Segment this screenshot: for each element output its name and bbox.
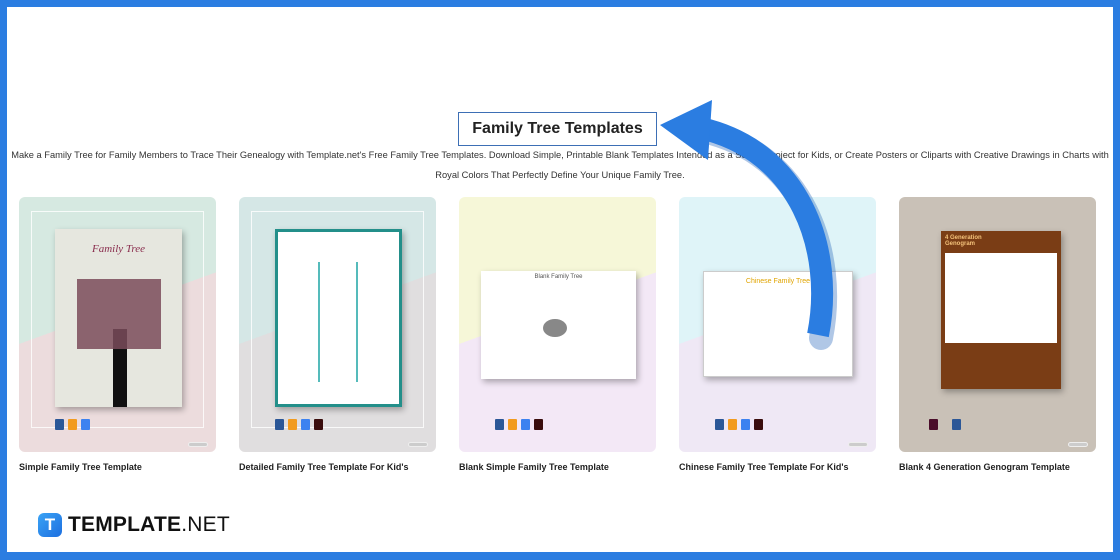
card-title[interactable]: Chinese Family Tree Template For Kid's bbox=[679, 462, 849, 472]
logo-mark: T bbox=[38, 513, 62, 537]
pdf-icon bbox=[534, 419, 543, 430]
page-description: Make a Family Tree for Family Members to… bbox=[11, 150, 1109, 180]
word-icon bbox=[952, 419, 961, 430]
template-net-logo: T TEMPLATE.NET bbox=[38, 513, 230, 537]
word-icon bbox=[495, 419, 504, 430]
badge bbox=[1068, 442, 1088, 447]
thumbnail-title: Family Tree bbox=[91, 243, 146, 255]
google-docs-icon bbox=[741, 419, 750, 430]
thumbnail-title: Blank Family Tree bbox=[534, 274, 583, 280]
page-title: Family Tree Templates bbox=[458, 112, 657, 146]
badge bbox=[848, 442, 868, 447]
template-card[interactable]: Blank Family Tree bbox=[459, 197, 656, 452]
pages-icon bbox=[728, 419, 737, 430]
template-card[interactable]: Family Tree bbox=[19, 197, 216, 452]
pages-icon bbox=[508, 419, 517, 430]
genogram-chart bbox=[945, 253, 1057, 343]
badge bbox=[408, 442, 428, 447]
template-thumbnail: Blank Family Tree bbox=[481, 271, 636, 379]
template-card[interactable] bbox=[239, 197, 436, 452]
thumbnail-title: Chinese Family Tree bbox=[745, 278, 811, 285]
card-title[interactable]: Detailed Family Tree Template For Kid's bbox=[239, 462, 409, 472]
google-docs-icon bbox=[301, 419, 310, 430]
template-thumbnail bbox=[275, 229, 402, 407]
badge bbox=[188, 442, 208, 447]
word-icon bbox=[715, 419, 724, 430]
card-title[interactable]: Blank Simple Family Tree Template bbox=[459, 462, 609, 472]
pdf-icon bbox=[754, 419, 763, 430]
thumbnail-title: 4 Generation Genogram bbox=[945, 235, 982, 247]
tree-chart bbox=[318, 262, 358, 382]
photo-collage bbox=[77, 279, 161, 349]
card-title[interactable]: Simple Family Tree Template bbox=[19, 462, 142, 472]
google-docs-icon bbox=[521, 419, 530, 430]
google-docs-icon bbox=[81, 419, 90, 430]
pages-icon bbox=[288, 419, 297, 430]
template-card[interactable]: Chinese Family Tree bbox=[679, 197, 876, 452]
word-icon bbox=[275, 419, 284, 430]
pdf-icon bbox=[314, 419, 323, 430]
card-title[interactable]: Blank 4 Generation Genogram Template bbox=[899, 462, 1070, 472]
logo-light: .NET bbox=[181, 513, 230, 536]
center-node bbox=[543, 319, 567, 337]
pages-icon bbox=[68, 419, 77, 430]
template-thumbnail: Family Tree bbox=[55, 229, 182, 407]
word-icon bbox=[55, 419, 64, 430]
logo-bold: TEMPLATE bbox=[68, 513, 182, 536]
template-card[interactable]: 4 Generation Genogram bbox=[899, 197, 1096, 452]
template-thumbnail: Chinese Family Tree bbox=[703, 271, 853, 377]
template-thumbnail: 4 Generation Genogram bbox=[941, 231, 1061, 389]
indesign-icon bbox=[929, 419, 938, 430]
